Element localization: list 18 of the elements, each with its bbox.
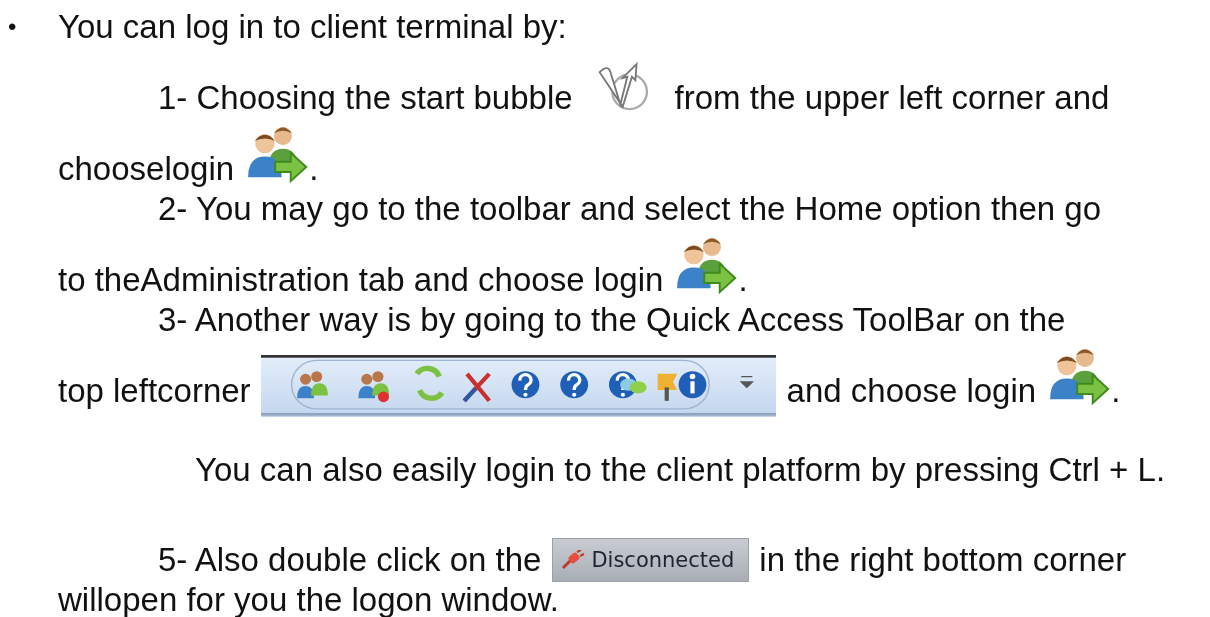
instruction-text: top leftcorner (58, 371, 251, 411)
instruction-text: You can log in to client terminal by: (58, 7, 567, 47)
instruction-text: chooselogin (58, 149, 235, 189)
instruction-text: 5- Also double click on the (158, 540, 542, 580)
instruction-text: from the upper left corner and (674, 78, 1110, 118)
instruction-text: 2- You may go to the toolbar and select the Home option then go (158, 189, 1101, 229)
bullet-mark: • (8, 12, 17, 42)
instruction-text: 1- Choosing the start bubble (158, 78, 573, 118)
instruction-text: in the right bottom corner (759, 540, 1127, 580)
instruction-text: . (1111, 371, 1121, 411)
plug-icon (561, 550, 586, 570)
instruction-text: . (738, 260, 748, 300)
instruction-text: You can also easily login to the client platform by pressing Ctrl + L. (195, 450, 1166, 490)
instruction-text: to theAdministration tab and choose login (58, 260, 664, 300)
instruction-text: . (309, 149, 319, 189)
status-label: Disconnected (591, 547, 735, 574)
instruction-text: and choose login (786, 371, 1037, 411)
instruction-text: 3- Another way is by going to the Quick Access ToolBar on the (158, 300, 1066, 340)
